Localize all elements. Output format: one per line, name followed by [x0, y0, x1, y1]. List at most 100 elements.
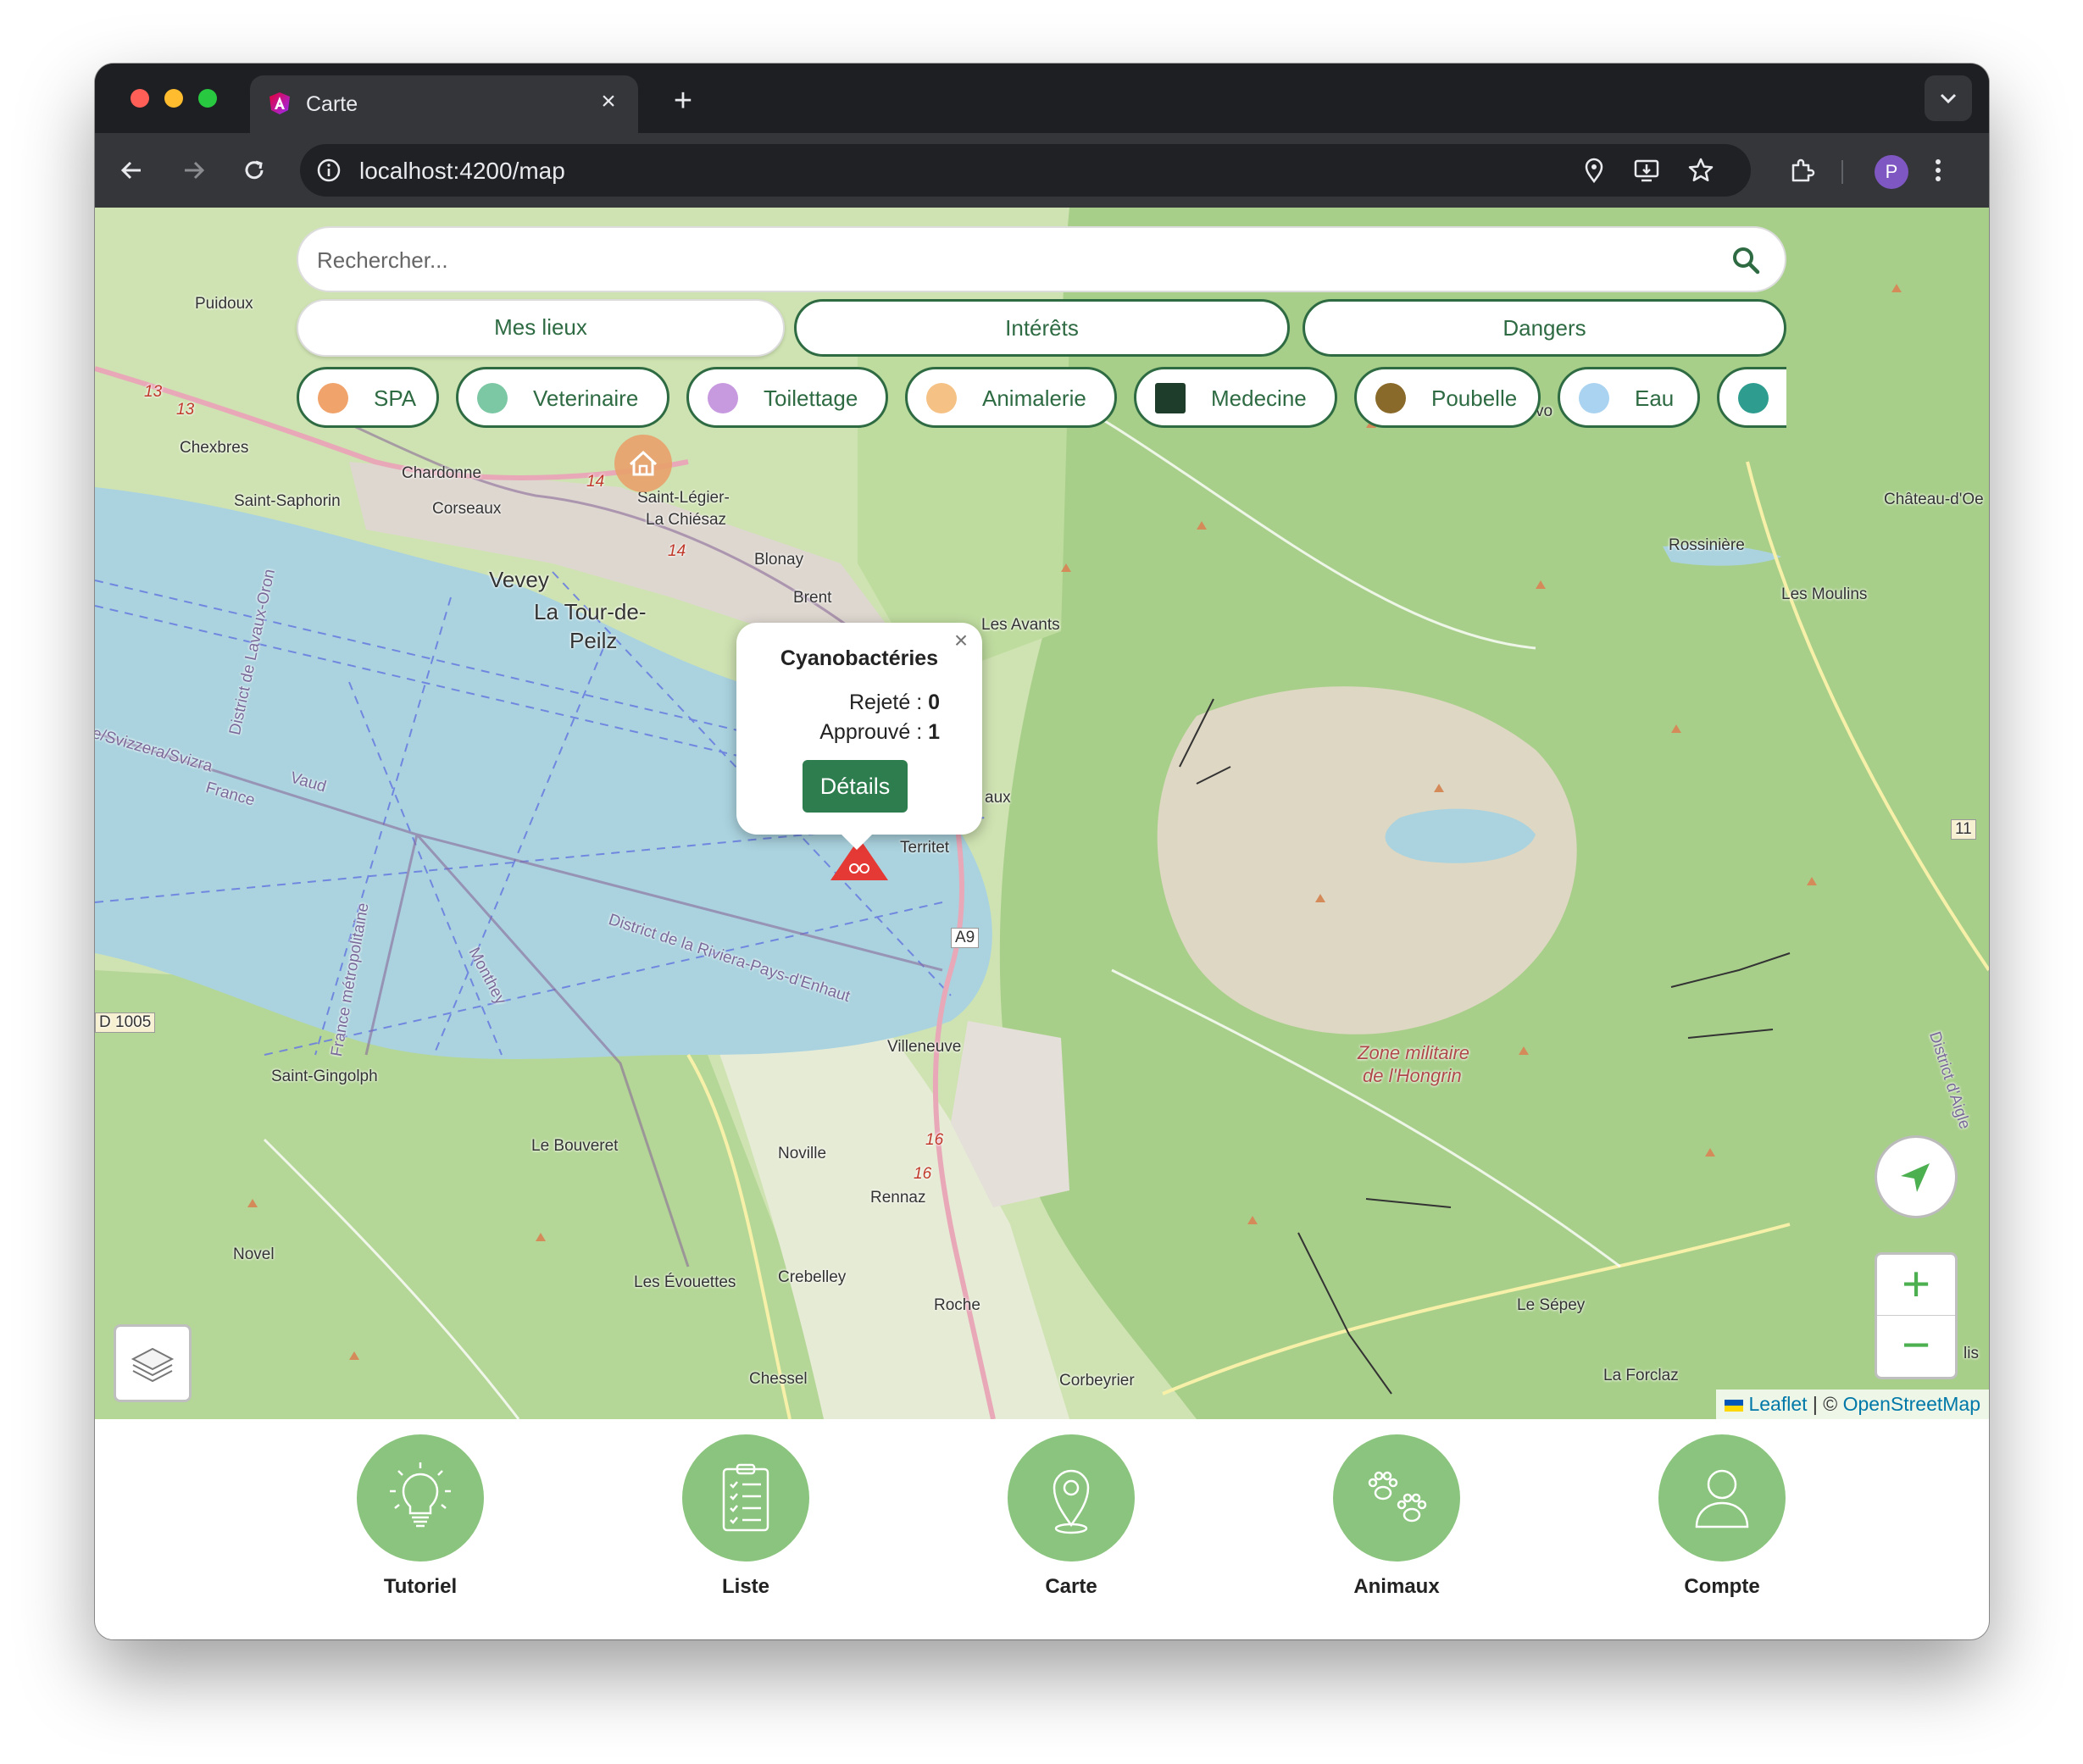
map-label: 13 — [176, 401, 195, 419]
bookmark-star-icon[interactable] — [1686, 156, 1715, 185]
leaflet-link[interactable]: Leaflet — [1748, 1393, 1807, 1415]
map-label: Crebelley — [778, 1268, 847, 1286]
rejected-label: Rejeté : — [848, 691, 929, 714]
location-pin-icon[interactable] — [1580, 156, 1608, 185]
map-label: Corbeyrier — [1059, 1372, 1135, 1390]
marker-popup: × Cyanobactéries Rejeté : 0 Approuvé : 1… — [736, 623, 982, 835]
nav-compte[interactable]: Compte — [1637, 1434, 1807, 1621]
tab-mes-lieux[interactable]: Mes lieux — [297, 299, 785, 357]
map-label: Chexbres — [180, 439, 249, 457]
zoom-out-button[interactable]: − — [1877, 1316, 1955, 1377]
nav-tutoriel[interactable]: Tutoriel — [336, 1434, 505, 1621]
map-label: Territet — [900, 839, 950, 857]
profile-avatar[interactable]: P — [1875, 155, 1908, 189]
browser-menu-icon[interactable] — [1930, 153, 1947, 187]
map-label: Rennaz — [870, 1189, 926, 1207]
screenshot-stage: Carte × + localhost:4200/map P Puidoux C… — [0, 0, 2083, 1764]
home-marker-icon[interactable] — [612, 432, 675, 495]
osm-link[interactable]: OpenStreetMap — [1843, 1393, 1980, 1415]
map-label: Roche — [934, 1296, 980, 1314]
chip-label: Animalerie — [982, 386, 1086, 411]
browser-tab[interactable]: Carte × — [250, 75, 638, 133]
map-label: Brent — [793, 589, 832, 607]
tab-interets[interactable]: Intérêts — [794, 299, 1290, 357]
lightbulb-icon — [390, 1462, 451, 1528]
chip-animalerie[interactable]: Animalerie — [905, 367, 1117, 428]
locate-me-button[interactable] — [1875, 1135, 1958, 1218]
map-label: lis — [1964, 1345, 1979, 1362]
nav-icon-circle — [1658, 1434, 1786, 1562]
tab-close-icon[interactable]: × — [594, 87, 623, 116]
search-icon[interactable] — [1730, 245, 1761, 275]
extensions-puzzle-icon[interactable] — [1786, 155, 1817, 186]
search-input[interactable] — [317, 240, 1673, 280]
map-label: Les Évouettes — [634, 1273, 736, 1291]
map-label: Les Moulins — [1781, 585, 1868, 603]
tab-dangers[interactable]: Dangers — [1303, 299, 1786, 357]
poubelle-icon — [1375, 383, 1406, 413]
toolbar-separator — [1841, 160, 1843, 184]
reload-icon[interactable] — [236, 152, 273, 189]
close-window-button[interactable] — [131, 89, 149, 108]
map-label: Villeneuve — [887, 1038, 962, 1056]
install-app-icon[interactable] — [1632, 156, 1661, 185]
map-label: 14 — [586, 473, 605, 491]
map-label: 16 — [925, 1131, 944, 1149]
nav-icon-circle — [1333, 1434, 1460, 1562]
nav-label: Liste — [721, 1575, 769, 1598]
forward-arrow-icon[interactable] — [175, 152, 212, 189]
url-text: localhost:4200/map — [359, 158, 565, 184]
chevron-down-icon — [1940, 93, 1957, 104]
map-label: La Chiésaz — [646, 511, 727, 529]
minimize-window-button[interactable] — [164, 89, 183, 108]
eau-icon — [1579, 383, 1609, 413]
chip-poubelle[interactable]: Poubelle — [1354, 367, 1541, 428]
map-label: D 1005 — [95, 1012, 156, 1033]
nav-liste[interactable]: Liste — [661, 1434, 830, 1621]
map-label: Vevey — [489, 567, 549, 592]
map-label: 11 — [1951, 819, 1976, 840]
map-label: aux — [985, 789, 1011, 807]
chip-medecine[interactable]: Medecine — [1134, 367, 1337, 428]
address-bar[interactable]: localhost:4200/map — [300, 144, 1751, 197]
map-view[interactable]: Puidoux Chexbres Chardonne Saint-Saphori… — [95, 208, 1989, 1419]
details-button[interactable]: Détails — [803, 760, 908, 813]
popup-approved-row: Approuvé : 1 — [819, 720, 940, 745]
map-label: Le Bouveret — [531, 1137, 619, 1155]
site-info-icon[interactable] — [315, 157, 342, 184]
nav-icon-circle — [1008, 1434, 1135, 1562]
chip-more[interactable] — [1717, 367, 1786, 428]
chip-label: SPA — [374, 386, 417, 411]
map-label: Les Avants — [981, 616, 1060, 634]
browser-toolbar: localhost:4200/map P — [95, 133, 1989, 208]
popup-tip — [838, 831, 875, 850]
nav-carte[interactable]: Carte — [986, 1434, 1156, 1621]
map-label: 16 — [914, 1165, 932, 1183]
map-label: de l'Hongrin — [1363, 1065, 1462, 1086]
back-arrow-icon[interactable] — [114, 152, 151, 189]
chip-spa[interactable]: SPA — [297, 367, 439, 428]
chip-eau[interactable]: Eau — [1558, 367, 1700, 428]
map-label: Peilz — [569, 628, 618, 653]
map-label: Le Sépey — [1517, 1296, 1586, 1314]
map-label: La Forclaz — [1603, 1367, 1679, 1384]
chip-veterinaire[interactable]: Veterinaire — [456, 367, 669, 428]
nav-animaux[interactable]: Animaux — [1312, 1434, 1481, 1621]
angular-favicon-icon — [269, 92, 290, 114]
tab-search-button[interactable] — [1925, 75, 1972, 121]
approved-count: 1 — [928, 720, 940, 744]
map-label: Chessel — [749, 1370, 808, 1388]
layers-control-button[interactable] — [114, 1324, 192, 1402]
other-icon — [1738, 383, 1769, 413]
zoom-in-button[interactable]: + — [1877, 1255, 1955, 1316]
navigation-arrow-icon — [1901, 1163, 1930, 1192]
maximize-window-button[interactable] — [198, 89, 217, 108]
chip-label: Eau — [1635, 386, 1675, 411]
chip-toilettage[interactable]: Toilettage — [686, 367, 888, 428]
chip-label: Veterinaire — [533, 386, 639, 411]
new-tab-button[interactable]: + — [664, 82, 702, 119]
map-label: Puidoux — [195, 295, 253, 313]
ukraine-flag-icon — [1725, 1399, 1744, 1412]
approved-label: Approuvé : — [819, 720, 929, 744]
animalerie-icon — [926, 383, 957, 413]
